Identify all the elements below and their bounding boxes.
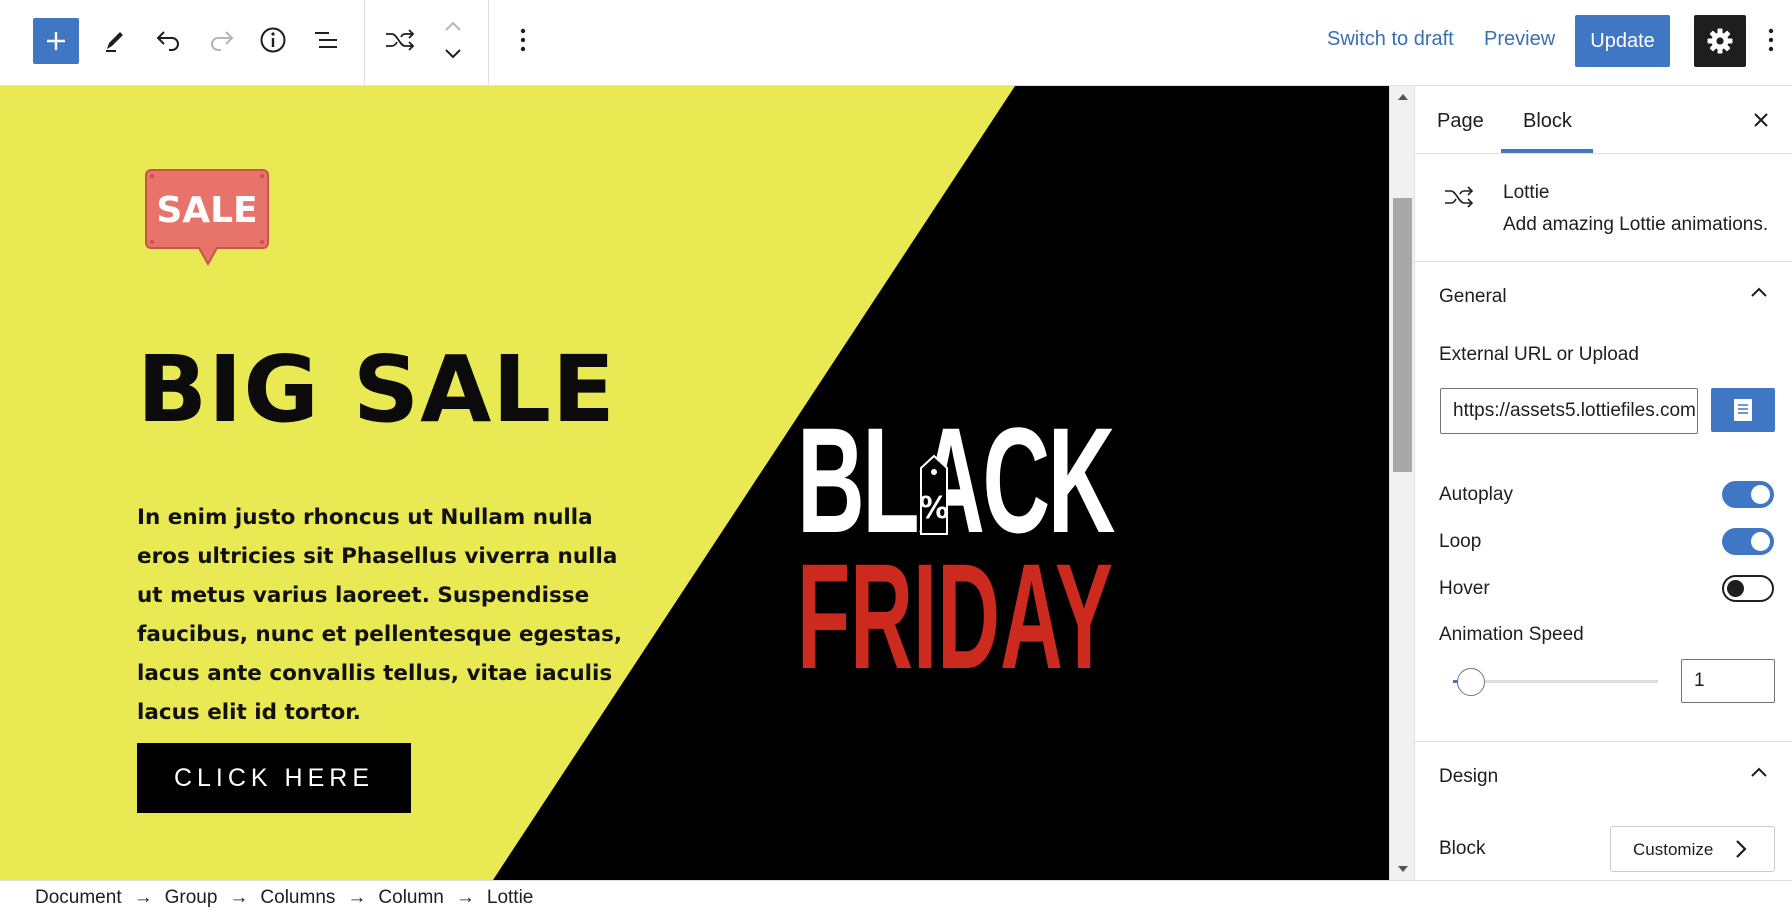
redo-icon [211, 31, 234, 51]
more-vertical-icon [1768, 28, 1774, 52]
details-button[interactable] [249, 16, 297, 64]
general-panel-title: General [1439, 286, 1507, 307]
shuffle-icon [1445, 186, 1474, 208]
animation-speed-label: Animation Speed [1439, 624, 1584, 645]
hover-label: Hover [1439, 578, 1490, 599]
toolbar-divider [364, 0, 365, 86]
breadcrumb-group[interactable]: Group [165, 887, 218, 909]
plus-icon [47, 32, 65, 50]
autoplay-label: Autoplay [1439, 484, 1513, 505]
close-sidebar-button[interactable] [1743, 102, 1779, 138]
options-menu-button[interactable] [1758, 16, 1784, 64]
url-label: External URL or Upload [1439, 344, 1639, 365]
move-down-button[interactable] [429, 42, 477, 66]
settings-button[interactable] [1694, 15, 1746, 67]
scrollbar-thumb[interactable] [1393, 198, 1412, 472]
breadcrumb-arrow-icon: → [347, 886, 367, 908]
block-style-label: Block [1439, 838, 1486, 859]
breadcrumb-columns[interactable]: Columns [260, 887, 335, 909]
loop-toggle[interactable] [1722, 528, 1774, 555]
design-panel-toggle[interactable]: Design [1415, 742, 1792, 810]
block-breadcrumb: Document → Group → Columns → Column → Lo… [0, 880, 1792, 914]
breadcrumb-lottie[interactable]: Lottie [487, 887, 533, 909]
customize-button[interactable]: Customize [1610, 826, 1775, 872]
settings-sidebar: Page Block Lottie Add amazing Lottie ani… [1414, 86, 1792, 880]
tab-page[interactable]: Page [1437, 110, 1484, 133]
design-panel-title: Design [1439, 766, 1499, 787]
media-upload-button[interactable] [1711, 388, 1775, 432]
sidebar-tabs: Page Block [1415, 86, 1792, 154]
animation-speed-input[interactable]: 1 [1681, 659, 1775, 703]
preview-button[interactable]: Preview [1484, 28, 1555, 51]
undo-button[interactable] [145, 16, 193, 64]
chevron-down-icon [445, 49, 461, 59]
info-icon [260, 27, 286, 53]
active-tab-indicator [1501, 149, 1593, 153]
block-title: Lottie [1503, 182, 1550, 203]
block-description: Add amazing Lottie animations. [1503, 214, 1769, 235]
autoplay-toggle[interactable] [1722, 481, 1774, 508]
close-icon [1754, 113, 1768, 127]
tools-button[interactable] [91, 16, 139, 64]
toolbar-divider [488, 0, 489, 86]
lottie-url-input[interactable]: https://assets5.lottiefiles.com [1440, 388, 1698, 434]
chevron-up-icon [1751, 767, 1767, 777]
gear-icon [1707, 28, 1733, 54]
loop-label: Loop [1439, 531, 1482, 552]
add-block-button[interactable] [33, 18, 79, 64]
chevron-right-icon [1736, 840, 1747, 858]
chevron-up-icon [1751, 287, 1767, 297]
list-view-icon [315, 32, 337, 48]
editor-canvas[interactable]: SALE BIG SALE In enim justo rhoncus ut N… [0, 86, 1389, 880]
scroll-up-arrow[interactable] [1398, 94, 1408, 100]
click-here-button[interactable]: CLICK HERE [137, 743, 411, 813]
more-vertical-icon [520, 28, 526, 52]
hover-toggle[interactable] [1722, 575, 1774, 602]
switch-to-draft-button[interactable]: Switch to draft [1327, 28, 1454, 51]
breadcrumb-document[interactable]: Document [35, 887, 122, 909]
breadcrumb-arrow-icon: → [229, 886, 249, 908]
breadcrumb-column[interactable]: Column [378, 887, 443, 909]
shuffle-icon [386, 29, 415, 51]
big-sale-heading[interactable]: BIG SALE [137, 336, 616, 443]
editor-toolbar: Switch to draft Preview Update [0, 0, 1792, 86]
block-type-button[interactable] [376, 16, 424, 64]
sale-badge-text: SALE [156, 190, 257, 231]
black-friday-line2: FRIDAY [797, 532, 1113, 676]
pencil-icon [106, 32, 123, 52]
move-up-button[interactable] [429, 14, 477, 38]
list-view-button[interactable] [302, 16, 350, 64]
block-card: Lottie Add amazing Lottie animations. [1415, 154, 1792, 262]
general-panel-toggle[interactable]: General [1415, 262, 1792, 330]
undo-icon [156, 31, 179, 51]
promo-paragraph[interactable]: In enim justo rhoncus ut Nullam nulla er… [137, 498, 627, 732]
sale-badge-image[interactable]: SALE [145, 168, 271, 278]
breadcrumb-arrow-icon: → [455, 886, 475, 908]
price-tag-text: % [919, 491, 949, 526]
price-tag-icon: % [919, 454, 949, 535]
redo-button[interactable] [197, 16, 245, 64]
update-button[interactable]: Update [1575, 15, 1670, 67]
scroll-down-arrow[interactable] [1398, 866, 1408, 872]
breadcrumb-arrow-icon: → [133, 886, 153, 908]
black-friday-lottie[interactable]: BLACK % FRIDAY [790, 406, 1120, 676]
slider-handle[interactable] [1457, 668, 1485, 696]
block-options-button[interactable] [499, 16, 547, 64]
chevron-up-icon [445, 21, 461, 31]
customize-label: Customize [1633, 840, 1714, 859]
canvas-scrollbar[interactable] [1389, 86, 1414, 880]
tab-block[interactable]: Block [1523, 110, 1572, 133]
document-icon [1734, 399, 1752, 421]
